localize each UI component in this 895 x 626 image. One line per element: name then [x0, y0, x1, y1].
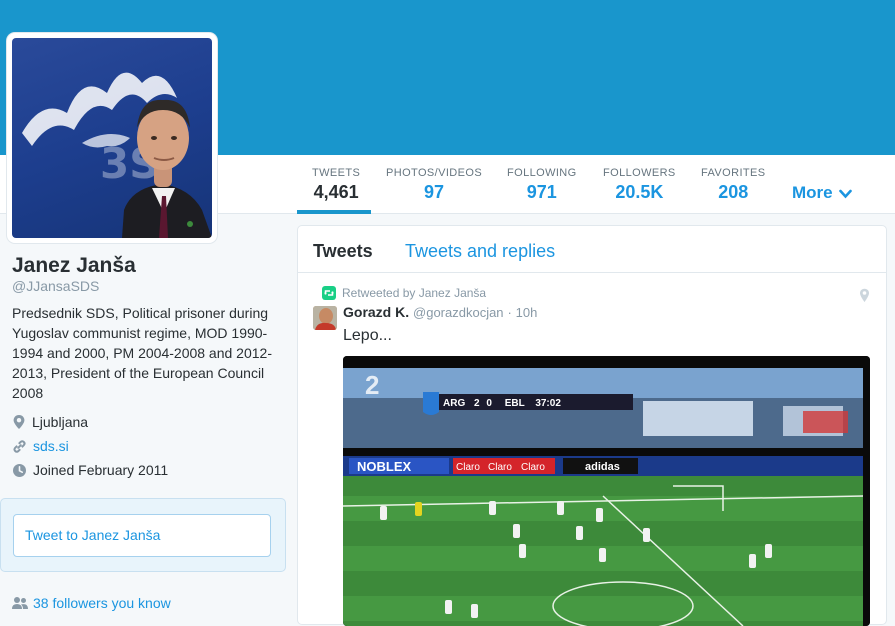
tweet-media-photo[interactable]: NOBLEX Claro Claro Claro adidas ARG 2 0: [343, 356, 870, 626]
active-tab-indicator: [297, 210, 371, 214]
profile-name[interactable]: Janez Janša: [12, 254, 136, 278]
tweet-author-avatar[interactable]: [313, 306, 337, 330]
joined-text: Joined February 2011: [33, 462, 169, 478]
ad-board-text: Claro: [456, 462, 480, 473]
url-link[interactable]: sds.si: [33, 438, 69, 454]
followers-you-know-text: 38 followers you know: [33, 595, 171, 611]
stat-followers[interactable]: FOLLOWERS 20.5K: [603, 167, 676, 203]
chevron-down-icon: [839, 189, 853, 198]
profile-avatar-frame: 3S: [7, 33, 217, 243]
ad-board-text: Claro: [488, 462, 512, 473]
ad-board-text: adidas: [585, 461, 620, 473]
stat-value: 971: [526, 182, 557, 202]
stat-tweets[interactable]: TWEETS 4,461: [312, 167, 360, 203]
tweet-author-photo: [313, 306, 337, 330]
scoreboard-team2: EBL: [505, 398, 525, 409]
scoreboard-team1: ARG: [443, 398, 465, 409]
map-pin-icon: [13, 415, 25, 429]
ad-board-text: NOBLEX: [357, 459, 412, 474]
tweet-author: Gorazd K. @gorazdkocjan · 10h: [343, 304, 537, 320]
stat-label: TWEETS: [312, 167, 361, 179]
ad-board-text: Claro: [521, 462, 545, 473]
stat-value: 20.5K: [615, 182, 664, 202]
stat-label: FAVORITES: [701, 167, 766, 179]
location-pin-icon[interactable]: [859, 288, 870, 303]
profile-handle[interactable]: @JJansaSDS: [12, 278, 99, 294]
tweet-text: Lepo...: [343, 327, 392, 344]
stat-label: FOLLOWING: [507, 167, 577, 179]
scoreboard-score2: 0: [486, 398, 492, 409]
stat-value: 97: [424, 182, 445, 202]
more-label: More: [792, 183, 833, 202]
tab-tweets-and-replies[interactable]: Tweets and replies: [405, 241, 555, 262]
stat-following[interactable]: FOLLOWING 971: [507, 167, 577, 203]
tweet-timestamp[interactable]: 10h: [516, 305, 538, 320]
scoreboard-score1: 2: [474, 398, 480, 409]
timeline-tabs: Tweets Tweets and replies: [298, 226, 886, 273]
stat-value: 208: [718, 182, 749, 202]
tweet-to-module: Tweet to Janez Janša: [0, 498, 286, 572]
profile-bio: Predsednik SDS, Political prisoner durin…: [12, 305, 272, 401]
retweet-context: Retweeted by Janez Janša: [322, 286, 486, 300]
tweet-author-name[interactable]: Gorazd K.: [343, 304, 409, 320]
avatar-photo: 3S: [22, 72, 212, 238]
retweet-label[interactable]: Retweeted by Janez Janša: [342, 286, 486, 300]
stat-label: FOLLOWERS: [603, 167, 676, 179]
location-text: Ljubljana: [32, 414, 89, 430]
stat-label: PHOTOS/VIDEOS: [386, 167, 483, 179]
clock-icon: [13, 463, 26, 477]
followers-you-know-link[interactable]: 38 followers you know: [12, 595, 171, 611]
tab-tweets[interactable]: Tweets: [313, 241, 373, 262]
tweet-author-handle[interactable]: @gorazdkocjan: [413, 305, 504, 320]
stat-favorites[interactable]: FAVORITES 208: [701, 167, 766, 203]
avatar[interactable]: 3S: [12, 38, 212, 238]
stat-value: 4,461: [313, 182, 359, 202]
profile-joined: Joined February 2011: [12, 462, 168, 478]
people-icon: [12, 597, 28, 609]
retweet-icon: [322, 286, 336, 300]
tweet-separator: ·: [507, 305, 512, 320]
football-match-photo: NOBLEX Claro Claro Claro adidas ARG 2 0: [343, 356, 870, 626]
timeline: Tweets Tweets and replies Retweeted by J…: [297, 225, 887, 626]
tweet-to-input[interactable]: Tweet to Janez Janša: [13, 514, 271, 557]
more-button[interactable]: More: [792, 183, 853, 203]
channel-number: 2: [365, 370, 379, 400]
scoreboard-clock: 37:02: [535, 398, 561, 409]
link-icon: [13, 439, 26, 453]
profile-location: Ljubljana: [12, 414, 88, 430]
profile-url: sds.si: [12, 438, 69, 454]
stat-photos-videos[interactable]: PHOTOS/VIDEOS 97: [386, 167, 482, 203]
